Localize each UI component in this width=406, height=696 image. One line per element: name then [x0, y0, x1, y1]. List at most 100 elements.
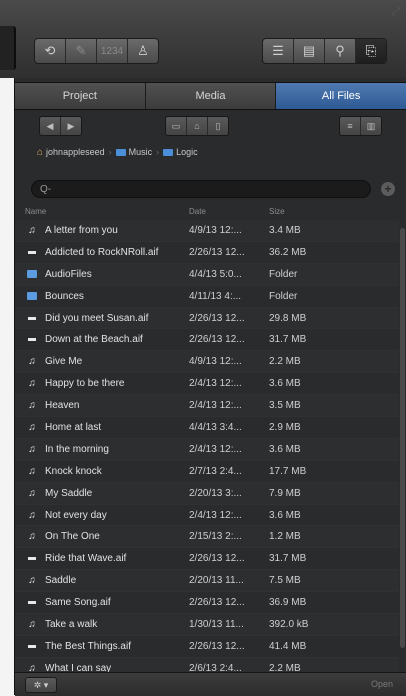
- search-field[interactable]: Q-: [31, 180, 371, 198]
- view-mode-control: ≡ ▥: [339, 116, 382, 136]
- list-item[interactable]: Addicted to RockNRoll.aif 2/26/13 12... 36…: [15, 242, 399, 264]
- column-date[interactable]: Date: [189, 207, 206, 216]
- file-date: 2/20/13 11...: [189, 575, 244, 587]
- list-item[interactable]: ♫ Give Me 4/9/13 12:... 2.2 MB: [15, 351, 399, 374]
- file-date: 4/9/13 12:...: [189, 356, 242, 368]
- list-view-icon[interactable]: ≡: [340, 117, 361, 135]
- browser-tabs: Project Media All Files: [15, 82, 406, 110]
- file-name: Addicted to RockNRoll.aif: [45, 246, 159, 258]
- column-name[interactable]: Name: [25, 207, 46, 216]
- file-date: 4/4/13 3:4...: [189, 421, 242, 433]
- file-date: 2/26/13 12...: [189, 246, 245, 258]
- project-file-icon: ♫: [28, 487, 36, 499]
- list-editors-button[interactable]: ☰: [263, 39, 294, 63]
- file-name: On The One: [45, 531, 100, 543]
- file-name: Take a walk: [45, 618, 98, 630]
- tab-project[interactable]: Project: [15, 83, 146, 109]
- audio-file-icon: [27, 316, 37, 320]
- list-item[interactable]: AudioFiles 4/4/13 5:0... Folder: [15, 263, 399, 286]
- control-bar: ⟲ ✎ 1234 ♙ ☰ ▤ ⚲ ⎘: [0, 0, 406, 78]
- list-item[interactable]: Same Song.aif 2/26/13 12... 36.9 MB: [15, 592, 399, 615]
- folder-icon: [27, 270, 37, 279]
- breadcrumb-music[interactable]: Music: [115, 147, 153, 157]
- pencil-button[interactable]: ✎: [66, 39, 97, 63]
- file-size: 2.9 MB: [269, 421, 301, 433]
- list-item[interactable]: ♫ Not every day 2/4/13 12:... 3.6 MB: [15, 505, 399, 527]
- file-name: Ride that Wave.aif: [45, 553, 127, 565]
- project-file-icon: ♫: [28, 443, 36, 455]
- pencil-icon: ✎: [75, 43, 87, 58]
- list-item[interactable]: ♫ Take a walk 1/30/13 11... 392.0 kB: [15, 614, 399, 636]
- list-item[interactable]: ♫ In the morning 2/4/13 12:... 3.6 MB: [15, 438, 399, 461]
- list-item[interactable]: ♫ Knock knock 2/7/13 2:4... 17.7 MB: [15, 461, 399, 483]
- expand-icon[interactable]: ⤢: [391, 6, 400, 19]
- column-view-icon[interactable]: ▥: [361, 117, 381, 135]
- list-item[interactable]: ♫ Heaven 2/4/13 12:... 3.5 MB: [15, 395, 399, 418]
- file-size: 3.4 MB: [269, 224, 301, 236]
- list-item[interactable]: Bounces 4/11/13 4:... Folder: [15, 286, 399, 308]
- list-item[interactable]: ♫ Happy to be there 2/4/13 12:... 3.6 MB: [15, 373, 399, 396]
- file-size: 7.9 MB: [269, 487, 301, 499]
- audio-file-icon: [27, 557, 37, 561]
- file-date: 2/7/13 2:4...: [189, 465, 242, 477]
- forward-arrow-icon[interactable]: ▶: [61, 117, 81, 135]
- document-icon[interactable]: ▯: [208, 117, 228, 135]
- scrollbar[interactable]: [400, 228, 405, 648]
- list-item[interactable]: ♫ Home at last 4/4/13 3:4... 2.9 MB: [15, 417, 399, 439]
- file-name: Heaven: [45, 400, 80, 412]
- file-size: 29.8 MB: [269, 312, 307, 324]
- list-item[interactable]: ♫ On The One 2/15/13 2:... 1.2 MB: [15, 526, 399, 549]
- file-size: 31.7 MB: [269, 553, 307, 565]
- file-date: 2/15/13 2:...: [189, 531, 242, 543]
- audio-file-icon: [27, 250, 37, 254]
- notepad-icon: ▤: [302, 43, 316, 58]
- metronome-button[interactable]: ♙: [128, 39, 158, 63]
- list-item[interactable]: ♫ A letter from you 4/9/13 12:... 3.4 MB: [15, 220, 399, 242]
- list-item[interactable]: Ride that Wave.aif 2/26/13 12... 31.7 MB: [15, 548, 399, 571]
- tab-media[interactable]: Media: [145, 83, 277, 109]
- project-file-icon: ♫: [28, 618, 36, 630]
- count-in-button[interactable]: 1234: [97, 39, 128, 63]
- list-item[interactable]: The Best Things.aif 2/26/13 12... 41.4 MB: [15, 636, 399, 658]
- list-item[interactable]: Down at the Beach.aif 2/26/13 12... 31.7 M…: [15, 329, 399, 352]
- file-date: 2/26/13 12...: [189, 553, 245, 565]
- loop-browser-button[interactable]: ⚲: [325, 39, 356, 63]
- list-item[interactable]: ♫ My Saddle 2/20/13 3:... 7.9 MB: [15, 482, 399, 505]
- project-file-icon: ♫: [28, 465, 36, 477]
- breadcrumb-home[interactable]: ⌂ johnappleseed: [37, 147, 105, 158]
- file-name: Not every day: [45, 509, 107, 521]
- computer-icon[interactable]: ▭: [166, 117, 187, 135]
- browser-button[interactable]: ⎘: [356, 39, 386, 63]
- open-button[interactable]: Open: [371, 679, 393, 689]
- home-icon[interactable]: ⌂: [187, 117, 208, 135]
- action-menu-button[interactable]: ✲ ▾: [25, 677, 57, 693]
- breadcrumb-music-label: Music: [128, 147, 153, 157]
- notepad-button[interactable]: ▤: [294, 39, 325, 63]
- list-item[interactable]: ♫ Saddle 2/20/13 11... 7.5 MB: [15, 570, 399, 593]
- breadcrumb-logic[interactable]: Logic: [163, 147, 198, 157]
- file-date: 2/4/13 12:...: [189, 400, 242, 412]
- back-arrow-icon[interactable]: ◀: [40, 117, 61, 135]
- back-forward-control: ◀ ▶: [39, 116, 82, 136]
- file-date: 2/26/13 12...: [189, 640, 245, 652]
- column-size[interactable]: Size: [269, 207, 285, 216]
- audio-file-icon: [27, 338, 37, 342]
- search-placeholder: Q-: [40, 183, 52, 195]
- project-file-icon: ♫: [28, 224, 36, 236]
- file-name: Knock knock: [45, 465, 102, 477]
- file-size: 31.7 MB: [269, 334, 307, 346]
- audio-file-icon: [27, 601, 37, 605]
- column-header: Name Date Size: [15, 206, 406, 218]
- count-in-label: 1234: [100, 45, 124, 57]
- file-name: Happy to be there: [45, 378, 125, 390]
- list-item[interactable]: Did you meet Susan.aif 2/26/13 12... 29.8 …: [15, 307, 399, 330]
- file-name: Bounces: [45, 290, 84, 302]
- metronome-icon: ♙: [137, 43, 149, 58]
- tab-all-files[interactable]: All Files: [276, 83, 406, 109]
- add-icon[interactable]: +: [381, 182, 395, 196]
- window-edge: [0, 26, 16, 70]
- breadcrumb: ⌂ johnappleseed › Music › Logic: [37, 144, 198, 160]
- file-size: 17.7 MB: [269, 465, 307, 477]
- file-date: 1/30/13 11...: [189, 618, 244, 630]
- cycle-button[interactable]: ⟲: [35, 39, 66, 63]
